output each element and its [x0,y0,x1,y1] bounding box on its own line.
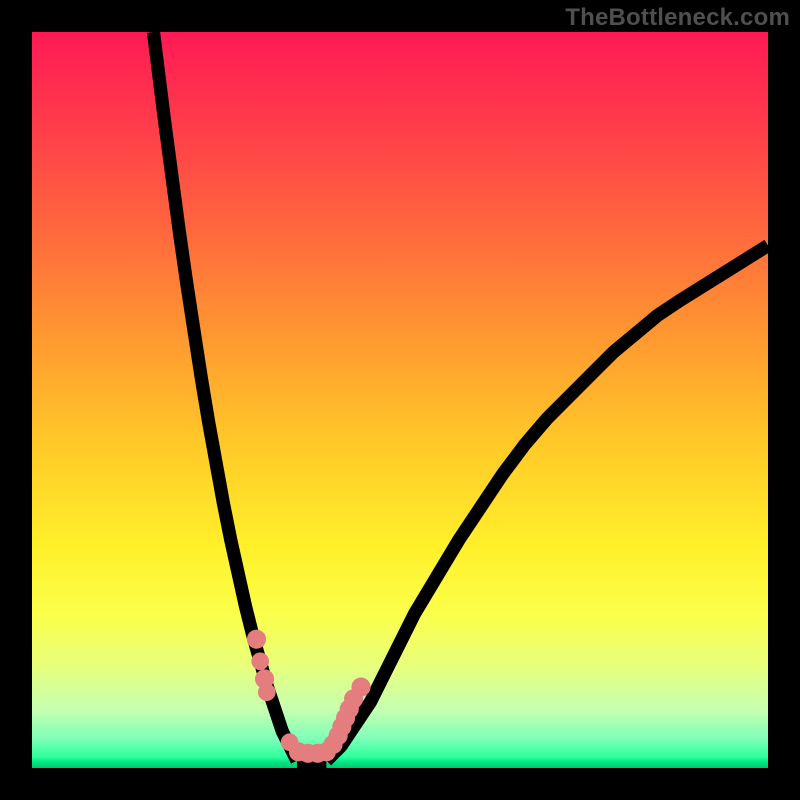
chart-svg [32,32,768,768]
curve-right [326,245,768,760]
bottleneck-dot [251,652,269,670]
bottleneck-dot [258,683,276,701]
bottleneck-dot [351,677,370,696]
watermark-text: TheBottleneck.com [565,4,790,32]
curve-left [153,32,297,761]
plot-area [32,32,768,768]
chart-frame: TheBottleneck.com [0,0,800,800]
bottleneck-dots [247,630,371,763]
bottleneck-dot [247,630,266,649]
